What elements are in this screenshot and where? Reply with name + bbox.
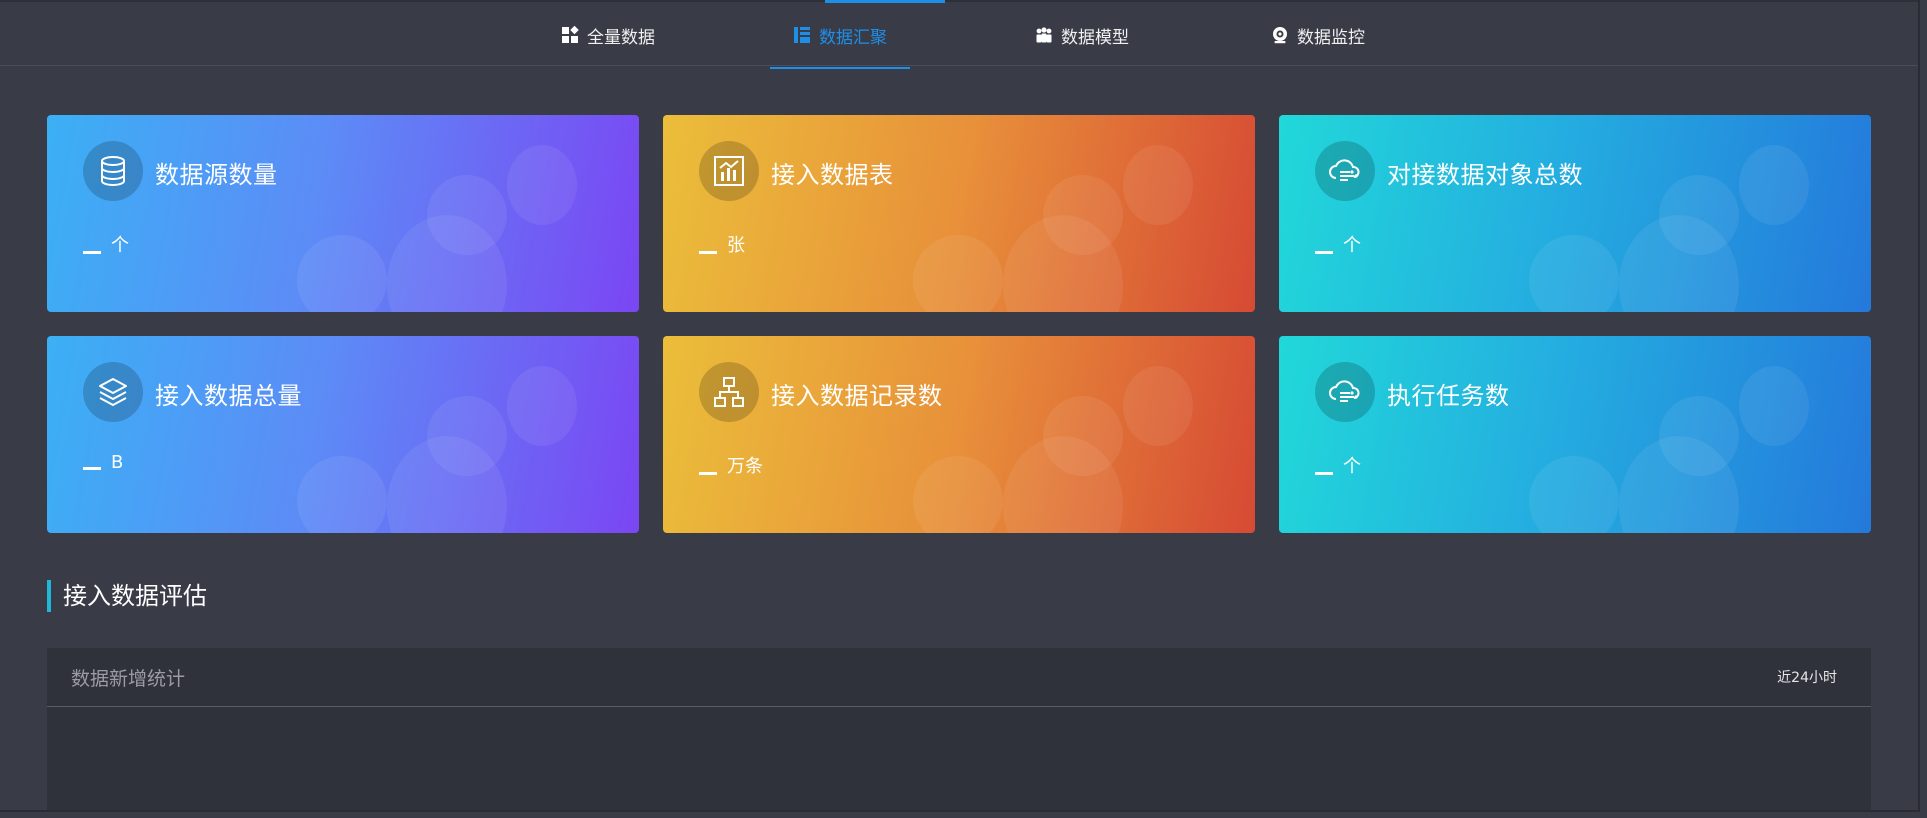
card-value: B bbox=[83, 452, 123, 473]
card-title: 接入数据记录数 bbox=[771, 382, 943, 410]
cloud-flow-icon bbox=[1315, 141, 1375, 201]
app-frame: 全量数据 数据汇聚 数据模型 数据监控 数据源数量 个 接入数据表 张 对接数据… bbox=[0, 0, 1920, 812]
tab-full-data[interactable]: 全量数据 bbox=[548, 2, 668, 68]
chart-icon bbox=[699, 141, 759, 201]
empty-value-dash bbox=[699, 251, 717, 254]
card-value: 张 bbox=[699, 231, 745, 257]
stat-card-record-count: 接入数据记录数 万条 bbox=[663, 336, 1255, 533]
card-title: 执行任务数 bbox=[1387, 382, 1510, 410]
card-value: 个 bbox=[1315, 452, 1361, 478]
card-unit: 个 bbox=[1343, 456, 1361, 477]
empty-value-dash bbox=[83, 467, 101, 470]
card-unit: 万条 bbox=[727, 456, 763, 477]
layers-icon bbox=[83, 362, 143, 422]
panel-title: 数据新增统计 bbox=[71, 667, 186, 690]
card-unit: 个 bbox=[1343, 235, 1361, 256]
card-value: 个 bbox=[1315, 231, 1361, 257]
tab-data-aggregation[interactable]: 数据汇聚 bbox=[770, 2, 910, 69]
stat-card-ingested-tables: 接入数据表 张 bbox=[663, 115, 1255, 312]
empty-value-dash bbox=[1315, 251, 1333, 254]
empty-value-dash bbox=[83, 251, 101, 254]
empty-value-dash bbox=[1315, 472, 1333, 475]
data-growth-panel: 数据新增统计 近24小时 bbox=[47, 648, 1871, 810]
tab-data-monitor[interactable]: 数据监控 bbox=[1258, 2, 1378, 68]
stat-card-data-sources: 数据源数量 个 bbox=[47, 115, 639, 312]
cloud-flow-icon bbox=[1315, 362, 1375, 422]
webcam-icon bbox=[1271, 26, 1289, 44]
stat-card-task-count: 执行任务数 个 bbox=[1279, 336, 1871, 533]
card-title: 数据源数量 bbox=[155, 161, 278, 189]
card-unit: 张 bbox=[727, 235, 745, 256]
tab-label: 数据汇聚 bbox=[819, 27, 887, 48]
top-nav: 全量数据 数据汇聚 数据模型 数据监控 bbox=[0, 0, 1918, 69]
tab-label: 数据监控 bbox=[1297, 27, 1365, 48]
stat-card-connected-objects: 对接数据对象总数 个 bbox=[1279, 115, 1871, 312]
card-value: 个 bbox=[83, 231, 129, 257]
card-value: 万条 bbox=[699, 452, 763, 478]
card-title: 对接数据对象总数 bbox=[1387, 161, 1583, 189]
layout-icon bbox=[793, 26, 811, 44]
time-range-selector[interactable]: 近24小时 bbox=[1777, 667, 1837, 687]
card-unit: B bbox=[111, 452, 124, 473]
card-title: 接入数据表 bbox=[771, 161, 894, 189]
hierarchy-icon bbox=[699, 362, 759, 422]
tab-data-model[interactable]: 数据模型 bbox=[1022, 2, 1142, 68]
card-title: 接入数据总量 bbox=[155, 382, 302, 410]
empty-value-dash bbox=[699, 472, 717, 475]
stat-card-total-volume: 接入数据总量 B bbox=[47, 336, 639, 533]
card-unit: 个 bbox=[111, 235, 129, 256]
database-icon bbox=[83, 141, 143, 201]
grid-icon bbox=[561, 25, 579, 44]
people-icon bbox=[1035, 26, 1053, 44]
section-title: 接入数据评估 bbox=[47, 580, 207, 612]
tab-label: 全量数据 bbox=[587, 27, 655, 48]
panel-header: 数据新增统计 近24小时 bbox=[47, 648, 1871, 707]
tab-label: 数据模型 bbox=[1061, 27, 1129, 48]
